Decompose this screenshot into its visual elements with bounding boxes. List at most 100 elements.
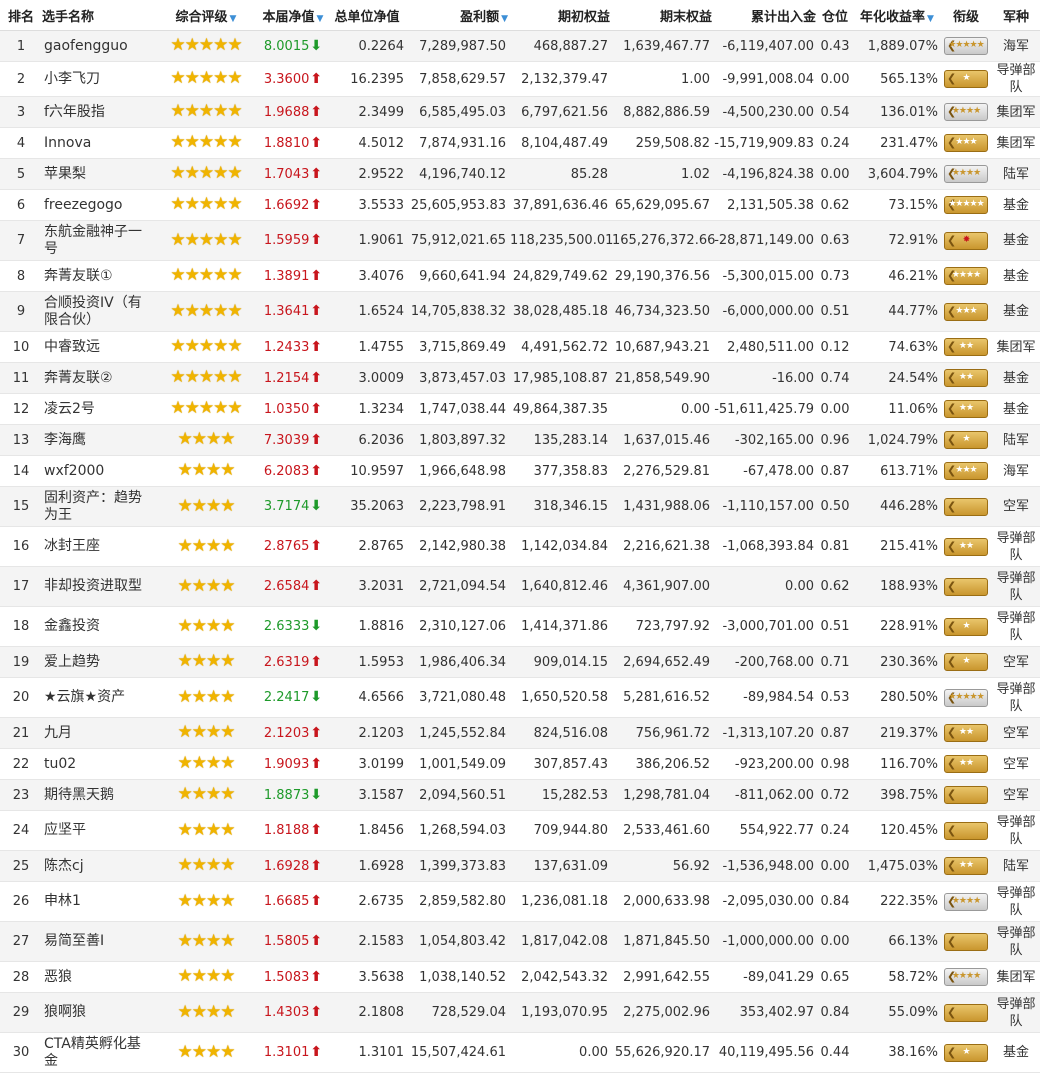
header-annual[interactable]: 年化收益率 ▼ xyxy=(854,0,940,31)
table-row[interactable]: 2 小李飞刀 ★★★★★ 3.3600⬆ 16.2395 7,858,629.57 2,13… xyxy=(0,61,1040,97)
player-name-link[interactable]: CTA精英孵化基金 xyxy=(42,1032,154,1073)
table-row[interactable]: 9 合顺投资IV（有限合伙） ★★★★★ 1.3641⬆ 1.6524 14,705,83… xyxy=(0,291,1040,332)
table-row[interactable]: 20 ★云旗★资产 ★★★★ 2.2417⬇ 4.6566 3,721,080.48 1,6… xyxy=(0,677,1040,718)
end-equity-cell: 0.00 xyxy=(610,393,712,425)
player-name-link[interactable]: 九月 xyxy=(42,717,154,749)
table-row[interactable]: 27 易简至善I ★★★★ 1.5805⬆ 2.1583 1,054,803.42 1,81… xyxy=(0,921,1040,962)
table-row[interactable]: 3 f六年股指 ★★★★★ 1.9688⬆ 2.3499 6,585,495.03 6,79… xyxy=(0,96,1040,128)
table-row[interactable]: 11 奔菁友联② ★★★★★ 1.2154⬆ 3.0009 3,873,457.03 17,… xyxy=(0,362,1040,394)
player-name-link[interactable]: 申林1 xyxy=(42,881,154,922)
player-name-link[interactable]: 爱上趋势 xyxy=(42,646,154,678)
end-equity-cell: 4,361,907.00 xyxy=(610,566,712,607)
triangle-down-icon[interactable]: ▼ xyxy=(501,14,508,24)
header-nav[interactable]: 本届净值 ▼ xyxy=(258,0,328,31)
player-name-link[interactable]: 奔菁友联② xyxy=(42,362,154,394)
table-row[interactable]: 15 固利资产：趋势为王 ★★★★ 3.7174⬇ 35.2063 2,223,798.9… xyxy=(0,486,1040,527)
position-cell: 0.72 xyxy=(816,779,854,811)
rating-cell: ★★★★ xyxy=(154,961,258,993)
table-row[interactable]: 28 恶狼 ★★★★ 1.5083⬆ 3.5638 1,038,140.52 2,042,5… xyxy=(0,961,1040,993)
player-name-link[interactable]: 东航金融神子一号 xyxy=(42,220,154,261)
player-name-link[interactable]: 凌云2号 xyxy=(42,393,154,425)
net-flow-cell: 0.00 xyxy=(712,566,816,607)
star-icon: ★★★★ xyxy=(177,753,236,773)
table-row[interactable]: 30 CTA精英孵化基金 ★★★★ 1.3101⬆ 1.3101 15,507,424.6… xyxy=(0,1032,1040,1073)
net-flow-cell: 554,922.77 xyxy=(712,810,816,851)
profit-cell: 1,245,552.84 xyxy=(406,717,508,749)
total-nav-cell: 3.0199 xyxy=(328,748,406,780)
end-equity-cell: 2,533,461.60 xyxy=(610,810,712,851)
begin-equity-cell: 824,516.08 xyxy=(508,717,610,749)
table-row[interactable]: 14 wxf2000 ★★★★ 6.2083⬆ 10.9597 1,966,648.98 3… xyxy=(0,455,1040,487)
table-row[interactable]: 25 陈杰cj ★★★★ 1.6928⬆ 1.6928 1,399,373.83 137,6… xyxy=(0,850,1040,882)
table-row[interactable]: 7 东航金融神子一号 ★★★★★ 1.5959⬆ 1.9061 75,912,021.65… xyxy=(0,220,1040,261)
player-name-link[interactable]: 期待黑天鹅 xyxy=(42,779,154,811)
player-name-link[interactable]: 苹果梨 xyxy=(42,158,154,190)
player-name-link[interactable]: 李海鹰 xyxy=(42,424,154,456)
player-name-link[interactable]: 应坚平 xyxy=(42,810,154,851)
nav-cell: 2.6319⬆ xyxy=(258,646,328,678)
arrow-up-icon: ⬆ xyxy=(310,267,323,284)
player-name-link[interactable]: gaofengguo xyxy=(42,30,154,62)
table-row[interactable]: 26 申林1 ★★★★ 1.6685⬆ 2.6735 2,859,582.80 1,236,… xyxy=(0,881,1040,922)
table-row[interactable]: 1 gaofengguo ★★★★★ 8.0015⬇ 0.2264 7,289,987.5… xyxy=(0,30,1040,62)
player-name-link[interactable]: Innova xyxy=(42,127,154,159)
star-icon: ★★★★ xyxy=(177,535,236,556)
player-name-link[interactable]: 狼啊狼 xyxy=(42,992,154,1033)
rating-cell: ★★★★ xyxy=(154,850,258,882)
player-name-link[interactable]: f六年股指 xyxy=(42,96,154,128)
annual-return-cell: 74.63% xyxy=(854,331,940,363)
table-row[interactable]: 5 苹果梨 ★★★★★ 1.7043⬆ 2.9522 4,196,740.12 85.28 1… xyxy=(0,158,1040,190)
player-name-link[interactable]: wxf2000 xyxy=(42,455,154,487)
header-profit[interactable]: 盈利额 ▼ xyxy=(406,0,508,31)
table-row[interactable]: 6 freezegogo ★★★★★ 1.6692⬆ 3.5533 25,605,953.… xyxy=(0,189,1040,221)
player-name-link[interactable]: 中睿致远 xyxy=(42,331,154,363)
player-name-link[interactable]: 冰封王座 xyxy=(42,526,154,567)
table-row[interactable]: 4 Innova ★★★★★ 1.8810⬆ 4.5012 7,874,931.16 8,1… xyxy=(0,127,1040,159)
table-row[interactable]: 13 李海鹰 ★★★★ 7.3039⬆ 6.2036 1,803,897.32 135,28… xyxy=(0,424,1040,456)
table-row[interactable]: 10 中睿致远 ★★★★★ 1.2433⬆ 1.4755 3,715,869.49 4,49… xyxy=(0,331,1040,363)
player-name-link[interactable]: 易简至善I xyxy=(42,921,154,962)
player-name-link[interactable]: 小李飞刀 xyxy=(42,61,154,97)
triangle-down-icon[interactable]: ▼ xyxy=(317,14,324,24)
table-row[interactable]: 17 非却投资进取型 ★★★★ 2.6584⬆ 3.2031 2,721,094.54 1,… xyxy=(0,566,1040,607)
rating-cell: ★★★★★ xyxy=(154,127,258,159)
rank-badge-icon: ❮ ★★ xyxy=(944,369,988,387)
star-icon: ★★★★★ xyxy=(170,265,242,285)
table-row[interactable]: 8 奔菁友联① ★★★★★ 1.3891⬆ 3.4076 9,660,641.94 24,8… xyxy=(0,260,1040,292)
player-name-link[interactable]: 非却投资进取型 xyxy=(42,566,154,607)
annual-return-cell: 73.15% xyxy=(854,189,940,221)
rank-badge-cell: ❮ ★★ xyxy=(940,717,992,749)
player-name-link[interactable]: freezegogo xyxy=(42,189,154,221)
table-row[interactable]: 21 九月 ★★★★ 2.1203⬆ 2.1203 1,245,552.84 824,516… xyxy=(0,717,1040,749)
player-name-link[interactable]: 合顺投资IV（有限合伙） xyxy=(42,291,154,332)
table-row[interactable]: 29 狼啊狼 ★★★★ 1.4303⬆ 2.1808 728,529.04 1,193,07… xyxy=(0,992,1040,1033)
arrow-up-icon: ⬆ xyxy=(310,338,323,355)
rank-cell: 6 xyxy=(0,189,42,221)
table-row[interactable]: 23 期待黑天鹅 ★★★★ 1.8873⬇ 3.1587 2,094,560.51 15,2… xyxy=(0,779,1040,811)
begin-equity-cell: 377,358.83 xyxy=(508,455,610,487)
position-cell: 0.00 xyxy=(816,61,854,97)
header-rating[interactable]: 综合评级 ▼ xyxy=(154,0,258,31)
header-annual-label: 年化收益率 xyxy=(860,9,926,25)
player-name-link[interactable]: tu02 xyxy=(42,748,154,780)
table-row[interactable]: 18 金鑫投资 ★★★★ 2.6333⬇ 1.8816 2,310,127.06 1,414… xyxy=(0,606,1040,647)
player-name-link[interactable]: 固利资产：趋势为王 xyxy=(42,486,154,527)
ranking-table: 排名 选手名称 综合评级 ▼ 本届净值 ▼ 总单位净值 盈利额 ▼ 期初权益 期末权益… xyxy=(0,0,1040,1073)
table-row[interactable]: 12 凌云2号 ★★★★★ 1.0350⬆ 1.3234 1,747,038.44 49,8… xyxy=(0,393,1040,425)
table-row[interactable]: 22 tu02 ★★★★ 1.9093⬆ 3.0199 1,001,549.09 307,8… xyxy=(0,748,1040,780)
player-name-link[interactable]: 奔菁友联① xyxy=(42,260,154,292)
player-name-link[interactable]: ★云旗★资产 xyxy=(42,677,154,718)
table-row[interactable]: 16 冰封王座 ★★★★ 2.8765⬆ 2.8765 2,142,980.38 1,142… xyxy=(0,526,1040,567)
rank-badge-stars: ★★ xyxy=(958,727,974,737)
triangle-down-icon[interactable]: ▼ xyxy=(927,14,934,24)
table-row[interactable]: 24 应坚平 ★★★★ 1.8188⬆ 1.8456 1,268,594.03 709,94… xyxy=(0,810,1040,851)
rank-badge-icon: ❮ xyxy=(944,786,988,804)
triangle-down-icon[interactable]: ▼ xyxy=(230,14,237,24)
rating-cell: ★★★★ xyxy=(154,566,258,607)
player-name-link[interactable]: 金鑫投资 xyxy=(42,606,154,647)
player-name-link[interactable]: 陈杰cj xyxy=(42,850,154,882)
player-name-link[interactable]: 恶狼 xyxy=(42,961,154,993)
profit-cell: 75,912,021.65 xyxy=(406,220,508,261)
rank-badge-stars: ★★★★★ xyxy=(948,40,984,50)
table-row[interactable]: 19 爱上趋势 ★★★★ 2.6319⬆ 1.5953 1,986,406.34 909,0… xyxy=(0,646,1040,678)
